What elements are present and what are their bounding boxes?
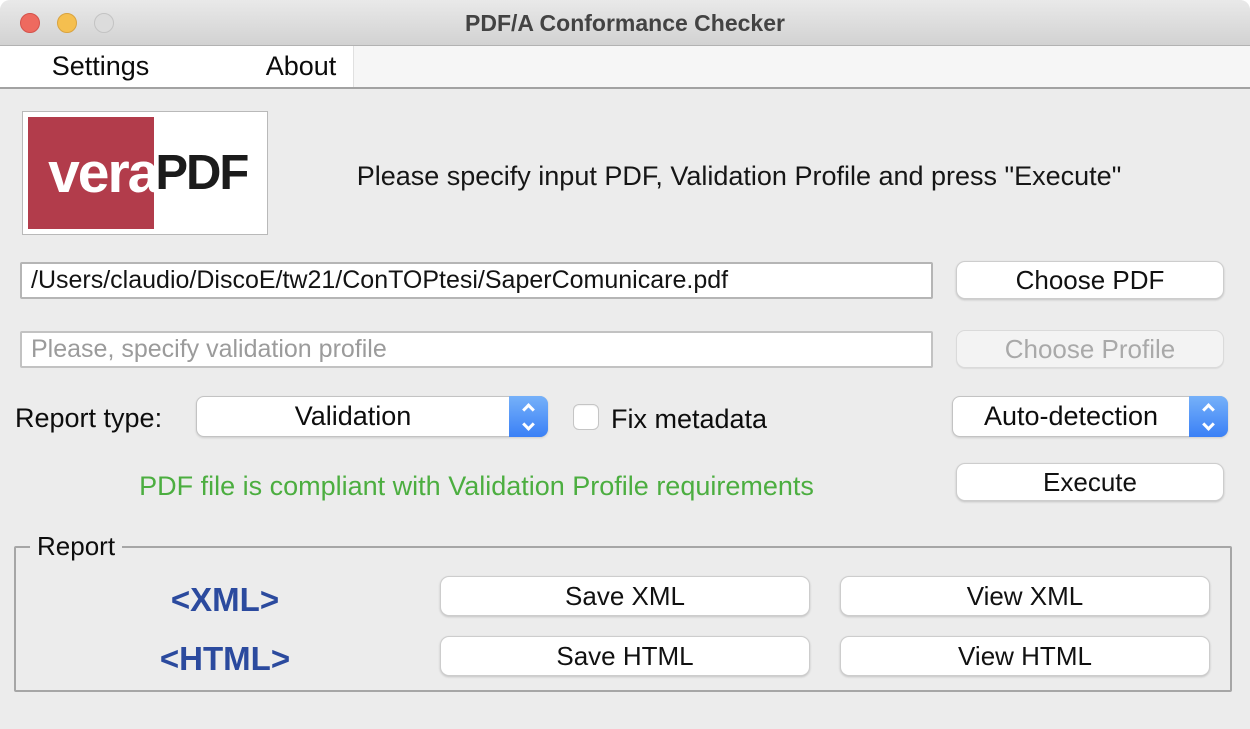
status-message: PDF file is compliant with Validation Pr… [20,471,933,501]
xml-report-link[interactable]: <XML> [60,583,390,617]
save-xml-button[interactable]: Save XML [440,576,810,616]
chevron-down-icon [522,418,535,431]
fix-metadata-label: Fix metadata [611,404,767,435]
html-report-link[interactable]: <HTML> [60,642,390,676]
validation-profile-input[interactable] [20,331,933,368]
menu-bar: Settings About [0,46,1250,89]
stepper-icon [1189,396,1228,437]
window-title: PDF/A Conformance Checker [0,0,1250,46]
chevron-up-icon [522,403,535,416]
choose-profile-button: Choose Profile [956,330,1224,368]
chevron-up-icon [1202,403,1215,416]
logo-vera-text: vera [48,145,154,202]
title-bar: PDF/A Conformance Checker [0,0,1250,46]
logo-white-panel: PDF [154,117,262,229]
stepper-icon [509,396,548,437]
flavour-selected-value: Auto-detection [953,397,1189,436]
menu-about[interactable]: About [247,46,355,87]
choose-pdf-button[interactable]: Choose PDF [956,261,1224,299]
verapdf-logo-inner: vera PDF [28,117,262,229]
view-xml-button[interactable]: View XML [840,576,1210,616]
verapdf-logo: vera PDF [22,111,268,235]
instruction-text: Please specify input PDF, Validation Pro… [268,160,1210,192]
logo-pdf-text: PDF [155,149,247,198]
menu-bar-spacer [353,46,1250,87]
save-html-button[interactable]: Save HTML [440,636,810,676]
menu-settings[interactable]: Settings [33,46,168,87]
report-type-select[interactable]: Validation [196,396,548,437]
execute-button[interactable]: Execute [956,463,1224,501]
pdf-path-input[interactable] [20,262,933,299]
chevron-down-icon [1202,418,1215,431]
fix-metadata-checkbox[interactable] [573,404,599,430]
logo-red-panel: vera [28,117,154,229]
flavour-select[interactable]: Auto-detection [952,396,1228,437]
view-html-button[interactable]: View HTML [840,636,1210,676]
report-type-label: Report type: [15,403,162,434]
report-group-label: Report [30,531,122,561]
report-type-selected-value: Validation [197,397,509,436]
app-window: PDF/A Conformance Checker Settings About… [0,0,1250,729]
